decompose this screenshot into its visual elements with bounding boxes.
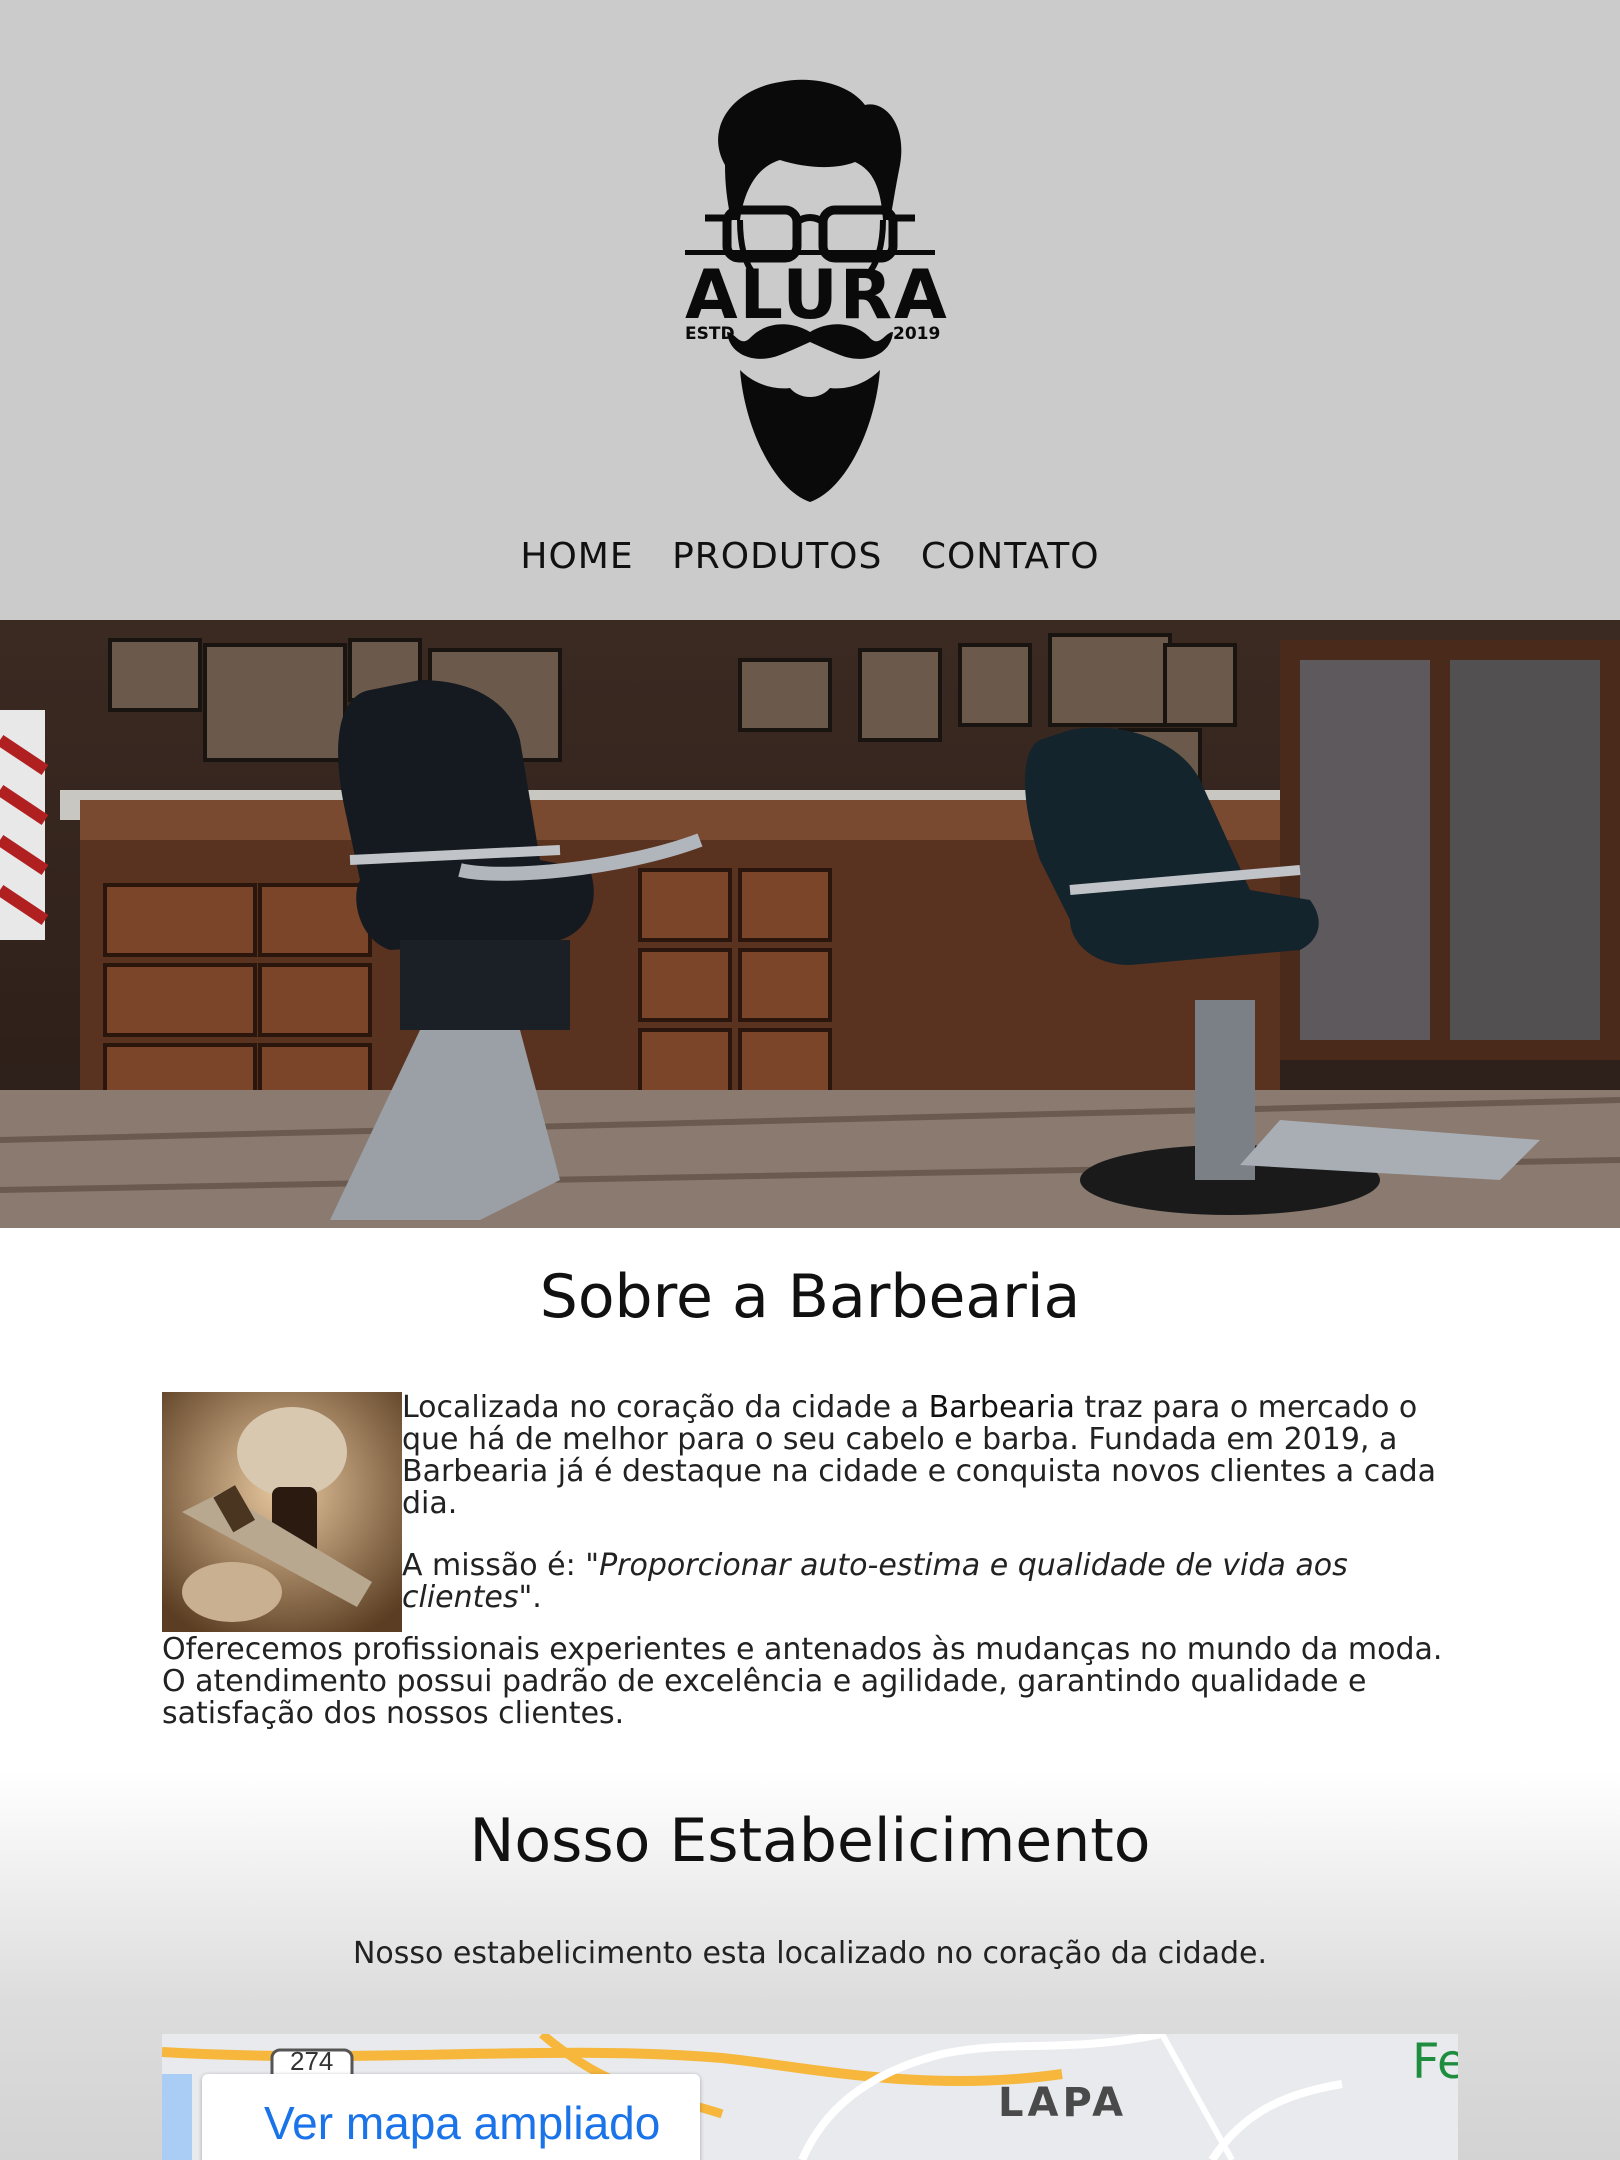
hero-banner-image xyxy=(0,620,1620,1228)
about-section: Localizada no coração da cidade a Barbea… xyxy=(162,1392,1458,1760)
about-paragraph-3: Oferecemos profissionais experientes e a… xyxy=(162,1632,1443,1731)
mission-prefix: A missão é: xyxy=(402,1548,586,1583)
alura-logo[interactable]: ALURA ESTD 2019 xyxy=(685,70,947,510)
road-shield-number: 274 xyxy=(290,2046,334,2076)
establishment-text: Nosso estabelicimento esta localizado no… xyxy=(352,1936,1268,1971)
nav-produtos[interactable]: PRODUTOS xyxy=(672,536,882,577)
barbershop-interior-image xyxy=(0,620,1620,1228)
view-larger-map-label: Ver mapa ampliado xyxy=(264,2097,661,2149)
view-larger-map-button[interactable]: Ver mapa ampliado xyxy=(202,2074,700,2160)
map-district-label: LAPA xyxy=(998,2080,1128,2126)
logo-year-text: 2019 xyxy=(893,324,941,344)
shaving-brush-razor-image xyxy=(162,1392,402,1632)
establishment-title: Nosso Estabelicimento xyxy=(469,1806,1151,1876)
mission-suffix: . xyxy=(532,1580,542,1615)
main-nav: HOME PRODUTOS CONTATO xyxy=(0,536,1620,577)
map-edge-label: Fe xyxy=(1412,2034,1458,2090)
about-p1-text: Localizada no coração da cidade a xyxy=(402,1390,929,1425)
about-title: Sobre a Barbearia xyxy=(539,1262,1081,1332)
about-p1-highlight: Barbearia xyxy=(928,1390,1075,1425)
logo-estd-text: ESTD xyxy=(685,324,735,344)
site-header: ALURA ESTD 2019 HOME PRODUTOS CONTATO xyxy=(0,0,1620,620)
embedded-map[interactable]: Ver mapa ampliado 274 LAPA Fe xyxy=(162,2034,1458,2160)
nav-contato[interactable]: CONTATO xyxy=(921,536,1100,577)
nav-home[interactable]: HOME xyxy=(520,536,633,577)
